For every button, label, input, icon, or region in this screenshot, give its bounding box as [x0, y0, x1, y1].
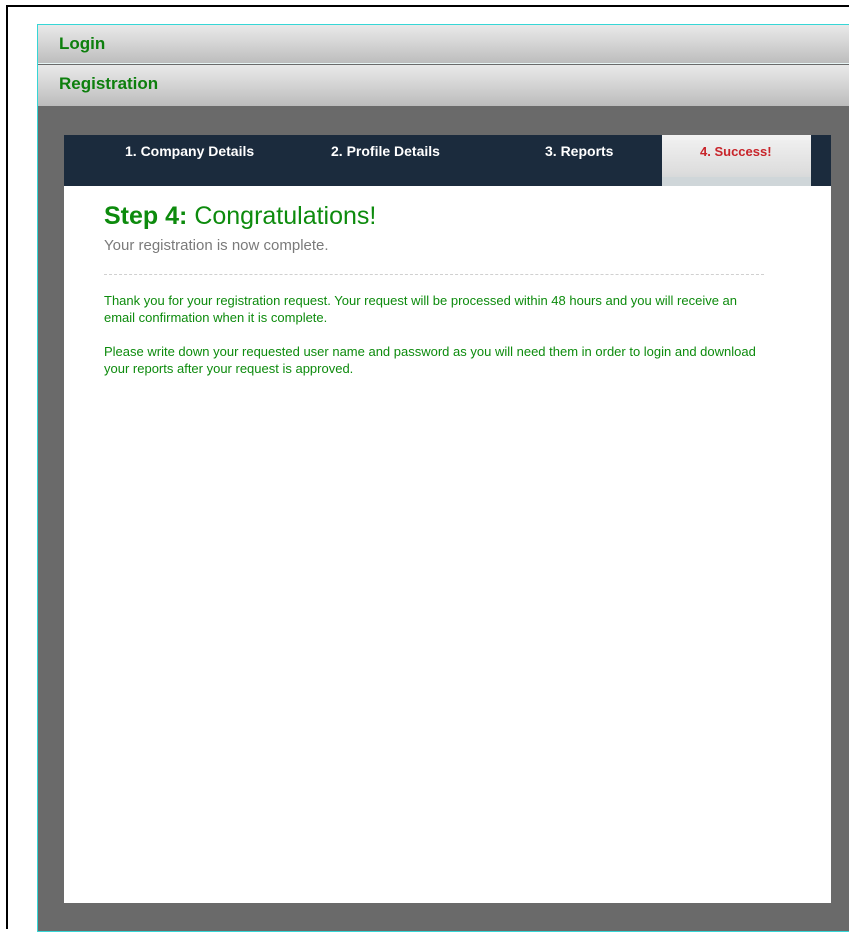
active-tab-indicator: [662, 177, 811, 186]
page-title: Step 4: Congratulations!: [104, 201, 764, 231]
tab-profile-details[interactable]: 2. Profile Details: [331, 135, 440, 186]
step-number: Step 4:: [104, 202, 188, 230]
tab-success-label: 4. Success!: [700, 144, 772, 159]
registration-accordion-header[interactable]: Registration: [38, 65, 849, 106]
page-subtitle: Your registration is now complete.: [104, 237, 329, 254]
wizard-content: Step 4: Congratulations! Your registrati…: [104, 201, 764, 377]
registration-wizard: 1. Company Details 2. Profile Details 3.…: [64, 135, 831, 903]
dashed-divider: [104, 274, 764, 275]
login-accordion-header[interactable]: Login: [38, 25, 849, 64]
accordion-container: Login Registration 1. Company Details 2.…: [37, 24, 849, 932]
wizard-step-bar: 1. Company Details 2. Profile Details 3.…: [64, 135, 831, 186]
credentials-reminder: Please write down your requested user na…: [104, 344, 756, 376]
tab-reports[interactable]: 3. Reports: [545, 135, 613, 186]
page-frame: Login Registration 1. Company Details 2.…: [6, 5, 849, 932]
step-heading: Congratulations!: [194, 202, 377, 230]
tab-success[interactable]: 4. Success!: [662, 135, 811, 186]
confirmation-message: Thank you for your registration request.…: [104, 293, 738, 325]
tab-company-details[interactable]: 1. Company Details: [125, 135, 254, 186]
